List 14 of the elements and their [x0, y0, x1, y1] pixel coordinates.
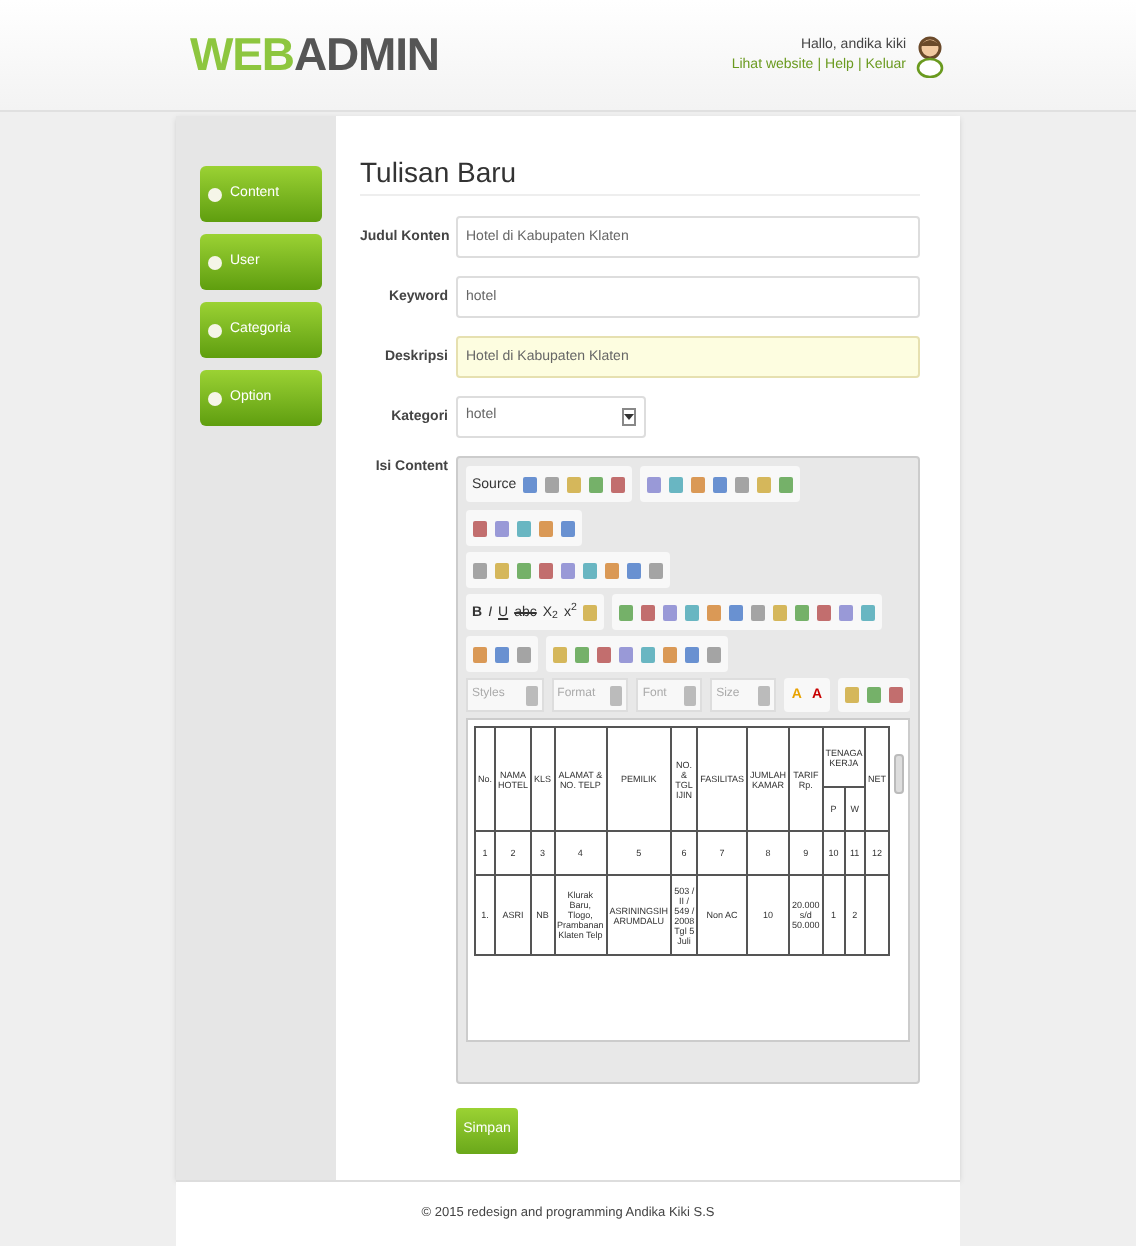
caret-icon [757, 685, 770, 705]
caret-icon [684, 685, 697, 705]
logo-text: ADMIN [293, 32, 439, 78]
bullet-icon [208, 323, 222, 337]
caret-icon [622, 408, 636, 426]
toolbar-icon[interactable] [582, 603, 599, 621]
caret-icon [610, 685, 623, 705]
bullet-icon [208, 391, 222, 405]
bullet-icon [208, 255, 222, 269]
avatar-icon [914, 33, 946, 77]
bullet-icon [208, 187, 222, 201]
page-title: Tulisan Baru [360, 156, 519, 188]
caret-icon [525, 685, 538, 705]
logo-text: WEB [190, 32, 294, 78]
